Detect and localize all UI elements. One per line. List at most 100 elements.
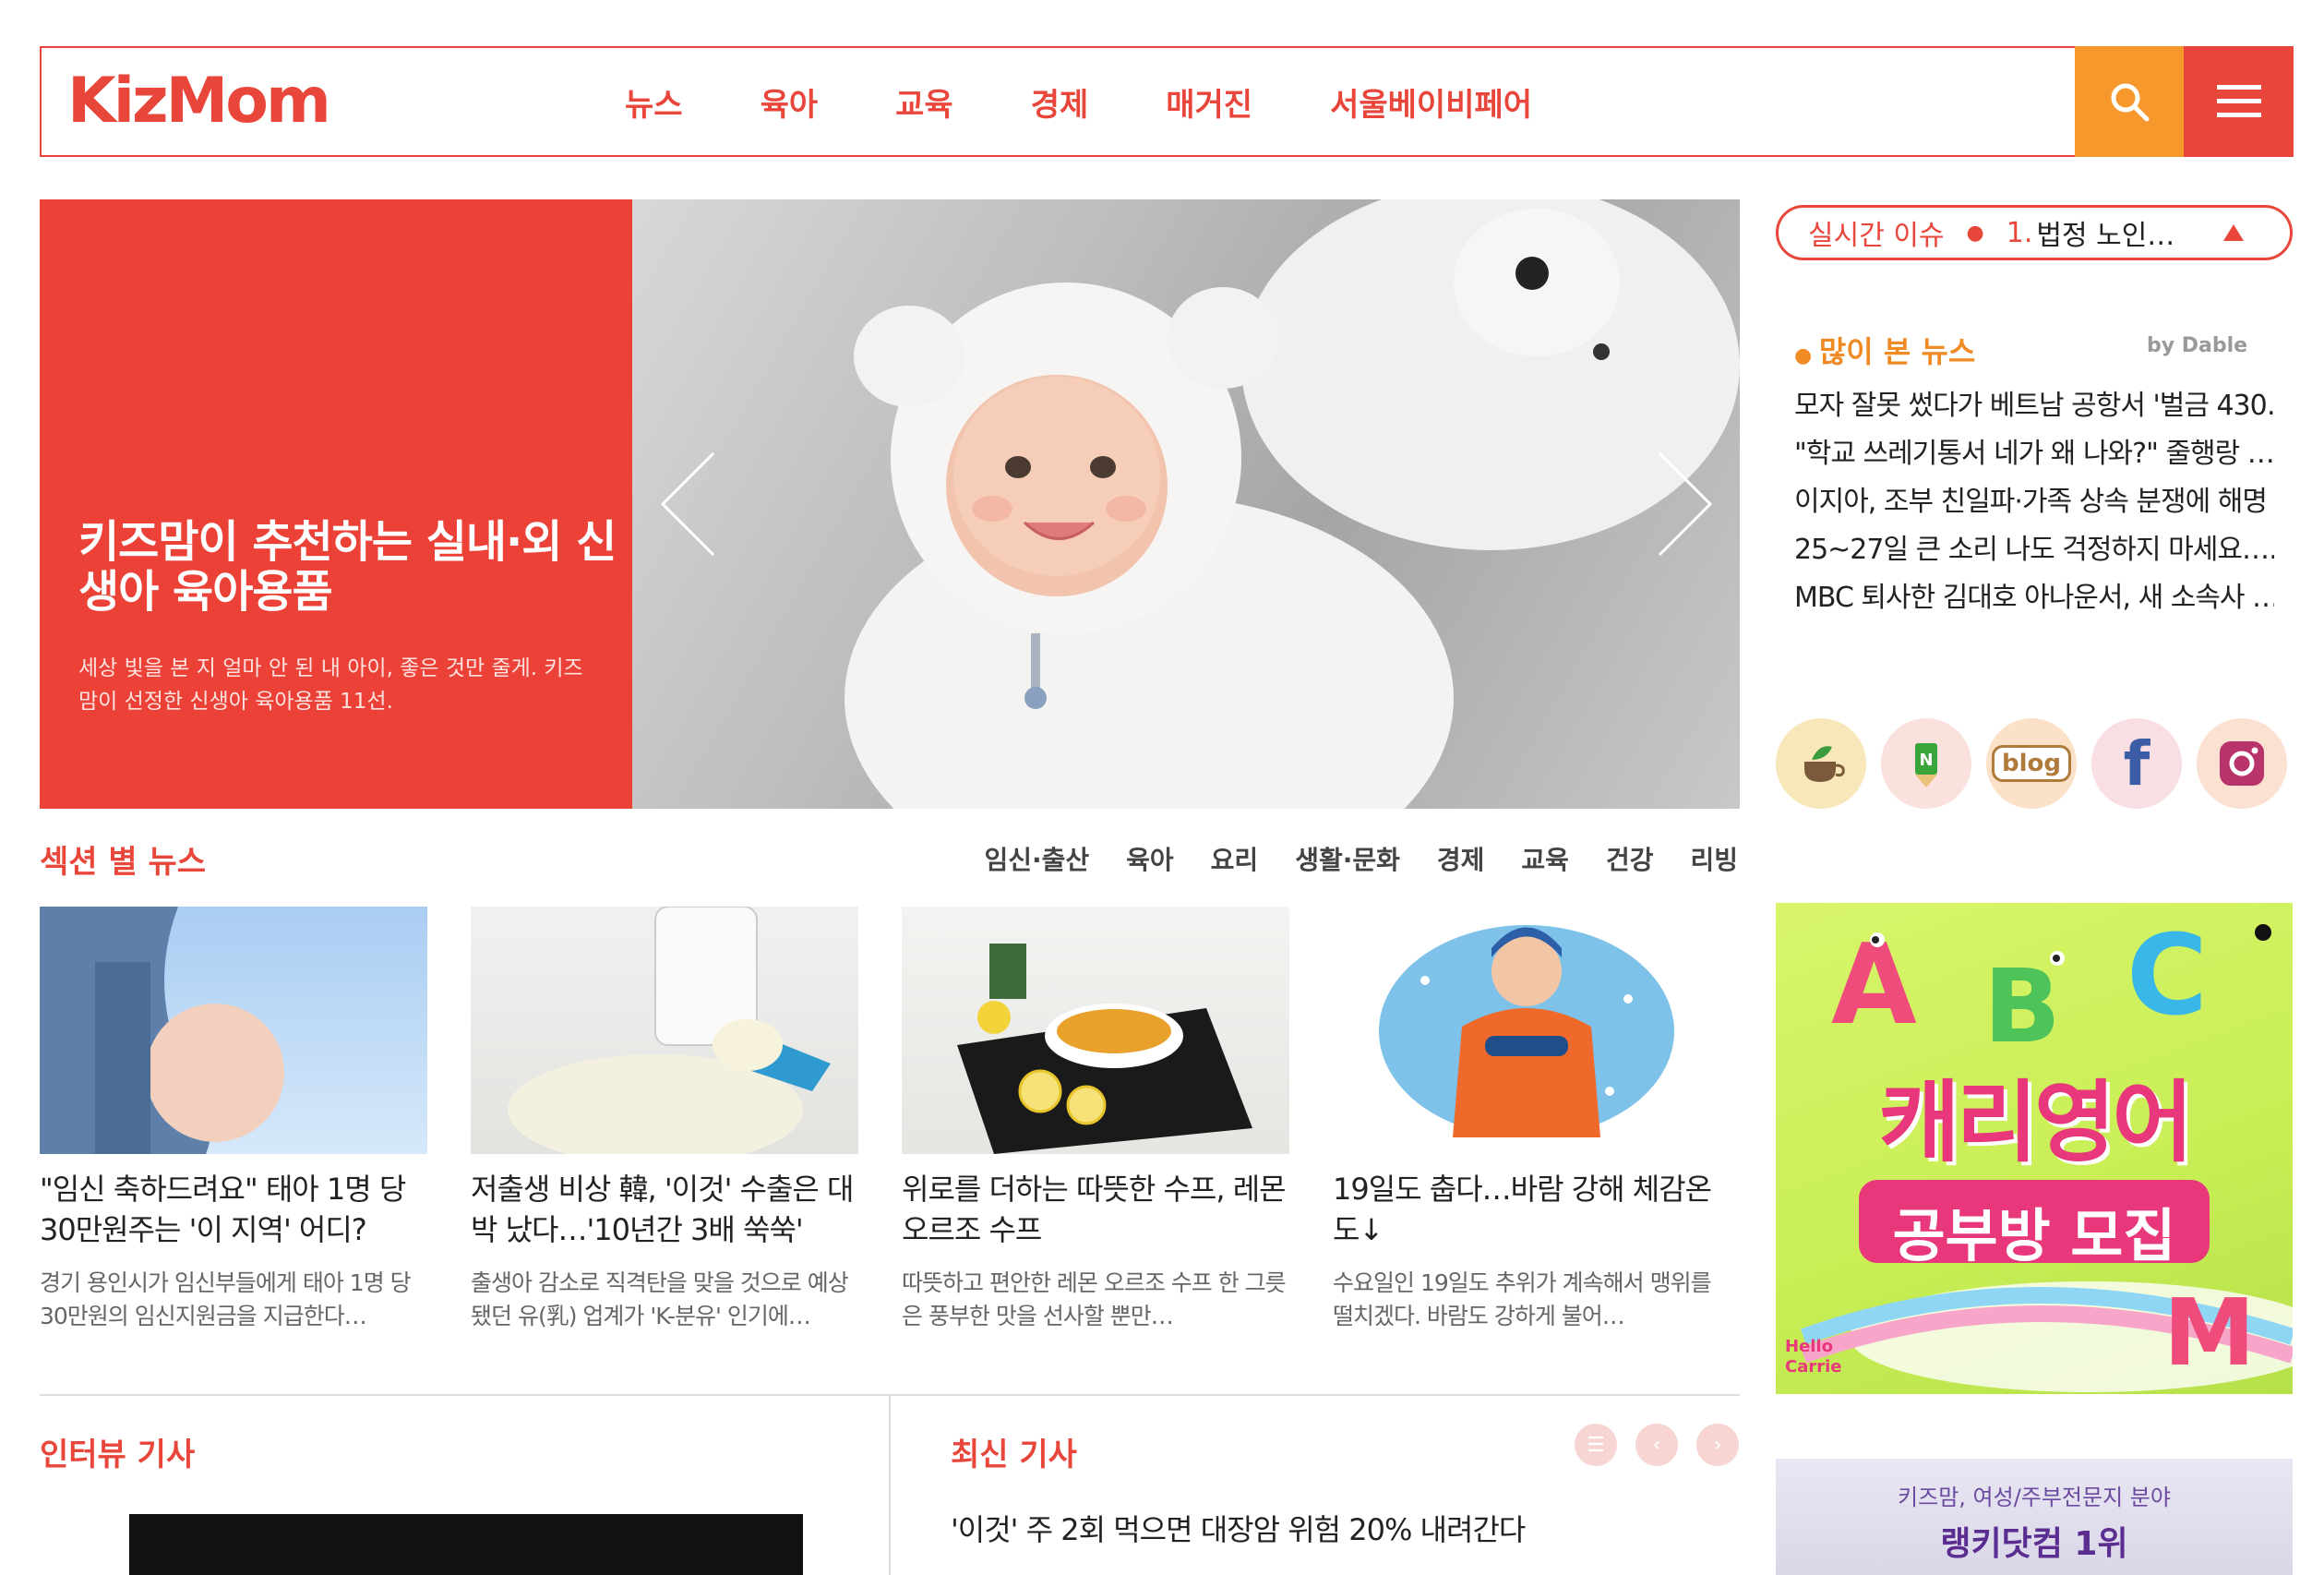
- main-nav: 뉴스 육아 교육 경제 매거진 서울베이비페어: [625, 48, 1610, 155]
- news-title[interactable]: 저출생 비상 韓, '이것' 수출은 대박 났다…'10년간 3배 쑥쑥': [471, 1169, 858, 1254]
- hero-slider[interactable]: 키즈맘이 추천하는 실내·외 신생아 육아용품 세상 빛을 본 지 얼마 안 된…: [40, 199, 1740, 809]
- news-card[interactable]: "임신 축하드려요" 태아 1명 당 30만원주는 '이 지역' 어디? 경기 …: [40, 907, 427, 1333]
- popular-news-title: ● 많이 본 뉴스: [1794, 329, 1975, 371]
- hero-text-panel: 키즈맘이 추천하는 실내·외 신생아 육아용품 세상 빛을 본 지 얼마 안 된…: [40, 199, 632, 809]
- nav-item-magazine[interactable]: 매거진: [1166, 79, 1252, 125]
- ad-banner-rankey[interactable]: 키즈맘, 여성/주부전문지 분야 랭키닷컴 1위: [1776, 1459, 2293, 1575]
- news-thumbnail-pregnancy[interactable]: [40, 907, 427, 1154]
- column-divider: [889, 1396, 891, 1575]
- interview-thumbnail[interactable]: [129, 1514, 803, 1575]
- realtime-rank: 1.: [2006, 216, 2033, 249]
- tab-life-culture[interactable]: 생활·문화: [1295, 840, 1400, 877]
- prev-button[interactable]: ‹: [1635, 1424, 1678, 1466]
- hamburger-icon: [2216, 85, 2261, 117]
- site-logo[interactable]: KizMom: [67, 66, 331, 137]
- news-description: 수요일인 19일도 추위가 계속해서 맹위를 떨치겠다. 바람도 강하게 불어…: [1333, 1269, 1712, 1329]
- news-card-list: "임신 축하드려요" 태아 1명 당 30만원주는 '이 지역' 어디? 경기 …: [40, 907, 1740, 1333]
- news-card[interactable]: 저출생 비상 韓, '이것' 수출은 대박 났다…'10년간 3배 쑥쑥' 출생…: [471, 907, 858, 1333]
- hero-next-arrow[interactable]: [1650, 449, 1715, 559]
- facebook-icon[interactable]: f: [2091, 718, 2182, 809]
- tab-economy[interactable]: 경제: [1437, 840, 1485, 877]
- section-tabs: 임신·출산 육아 요리 생활·문화 경제 교육 건강 리빙: [947, 840, 1738, 877]
- chevron-left-icon: ‹: [1652, 1433, 1661, 1457]
- chevron-left-icon: [660, 451, 715, 557]
- hero-prev-arrow[interactable]: [658, 449, 723, 559]
- pen-n-icon: N: [1915, 743, 1937, 788]
- section-news-title: 섹션 별 뉴스: [40, 844, 207, 881]
- lemon-soup-image: [957, 944, 1252, 1154]
- popular-news-label: 많이 본 뉴스: [1818, 334, 1976, 369]
- popular-news-item[interactable]: "학교 쓰레기통서 네가 왜 나와?" 줄행랑 …: [1794, 430, 2274, 478]
- baby-illustration: [845, 199, 1740, 809]
- nav-item-economy[interactable]: 경제: [1031, 79, 1089, 125]
- next-button[interactable]: ›: [1696, 1424, 1739, 1466]
- nav-item-news[interactable]: 뉴스: [625, 79, 683, 125]
- naver-post-icon[interactable]: N: [1881, 718, 1971, 809]
- dot-icon: ●: [1966, 221, 1984, 245]
- tab-living[interactable]: 리빙: [1690, 840, 1738, 877]
- latest-controls: ☰ ‹ ›: [1575, 1424, 1757, 1466]
- search-icon: [2111, 83, 2150, 122]
- hero-image-baby[interactable]: [632, 199, 1740, 809]
- menu-button[interactable]: [2184, 46, 2294, 157]
- news-thumbnail-soup[interactable]: [902, 907, 1289, 1154]
- realtime-issue-bar[interactable]: 실시간 이슈 ● 1. 법정 노인…: [1776, 205, 2293, 260]
- nav-item-babyfair[interactable]: 서울베이비페어: [1330, 79, 1532, 125]
- svg-text:M: M: [2163, 1279, 2256, 1387]
- news-title[interactable]: 19일도 춥다…바람 강해 체감온도↓: [1333, 1169, 1720, 1254]
- hero-description: 세상 빛을 본 지 얼마 안 된 내 아이, 좋은 것만 줄게. 키즈맘이 선정…: [78, 656, 583, 714]
- formula-milk-image: [508, 907, 831, 1154]
- list-view-button[interactable]: ☰: [1575, 1424, 1617, 1466]
- cold-weather-illustration: [1379, 925, 1674, 1137]
- tab-pregnancy[interactable]: 임신·출산: [984, 840, 1089, 877]
- chevron-right-icon: ›: [1713, 1433, 1722, 1457]
- news-thumbnail-formula[interactable]: [471, 907, 858, 1154]
- svg-text:B: B: [1983, 947, 2061, 1065]
- realtime-issue-text[interactable]: 법정 노인…: [2036, 212, 2174, 253]
- news-thumbnail-cold[interactable]: [1333, 907, 1720, 1154]
- ad-title: 캐리영어: [1878, 1071, 2193, 1174]
- triangle-up-icon[interactable]: [2222, 222, 2246, 243]
- news-card[interactable]: 위로를 더하는 따뜻한 수프, 레몬 오르조 수프 따뜻하고 편안한 레몬 오르…: [902, 907, 1289, 1333]
- interview-section-title: 인터뷰 기사: [40, 1437, 196, 1473]
- ad-subtitle: 공부방 모집: [1892, 1202, 2176, 1269]
- popular-news-item[interactable]: 모자 잘못 썼다가 베트남 공항서 '벌금 430…: [1794, 382, 2274, 430]
- news-title[interactable]: "임신 축하드려요" 태아 1명 당 30만원주는 '이 지역' 어디?: [40, 1169, 427, 1254]
- chevron-right-icon: [1658, 451, 1713, 557]
- hero-title[interactable]: 키즈맘이 추천하는 실내·외 신생아 육아용품: [78, 517, 632, 617]
- latest-section-title: 최신 기사: [951, 1437, 1077, 1473]
- facebook-glyph: f: [2123, 727, 2150, 800]
- tea-icon[interactable]: [1776, 718, 1866, 809]
- blog-icon[interactable]: blog: [1986, 718, 2077, 809]
- realtime-label: 실시간 이슈: [1808, 220, 1945, 252]
- instagram-camera-icon: [2220, 741, 2264, 786]
- ad2-subtitle: 키즈맘, 여성/주부전문지 분야: [1898, 1485, 2171, 1510]
- dable-credit: by Dable: [2147, 334, 2248, 357]
- ad-banner-carrie-english[interactable]: A B C M 캐리영어 공부방 모집 Hello Carrie: [1776, 903, 2293, 1394]
- list-icon: ☰: [1587, 1433, 1605, 1457]
- popular-news-item[interactable]: MBC 퇴사한 김대호 아나운서, 새 소속사 …: [1794, 574, 2274, 622]
- tab-education[interactable]: 교육: [1521, 840, 1569, 877]
- tab-health[interactable]: 건강: [1606, 840, 1654, 877]
- popular-news-item[interactable]: 25~27일 큰 소리 나도 걱정하지 마세요……: [1794, 526, 2274, 574]
- nav-item-parenting[interactable]: 육아: [761, 79, 819, 125]
- ad-brand: Hello Carrie: [1785, 1337, 1842, 1377]
- dot-icon: ●: [1794, 344, 1819, 367]
- svg-text:C: C: [2126, 912, 2208, 1040]
- svg-text:N: N: [1919, 751, 1933, 770]
- news-title[interactable]: 위로를 더하는 따뜻한 수프, 레몬 오르조 수프: [902, 1169, 1289, 1254]
- tab-cooking[interactable]: 요리: [1211, 840, 1259, 877]
- ad2-title: 랭키닷컴 1위: [1940, 1525, 2128, 1563]
- site-header: KizMom 뉴스 육아 교육 경제 매거진 서울베이비페어: [40, 46, 2294, 157]
- news-card[interactable]: 19일도 춥다…바람 강해 체감온도↓ 수요일인 19일도 추위가 계속해서 맹…: [1333, 907, 1720, 1333]
- instagram-icon[interactable]: [2197, 718, 2287, 809]
- tea-cup-icon: [1804, 746, 1845, 782]
- popular-news-item[interactable]: 이지아, 조부 친일파·가족 상속 분쟁에 해명: [1794, 478, 2274, 526]
- pregnant-woman-image: [40, 907, 284, 1154]
- nav-item-education[interactable]: 교육: [895, 79, 953, 125]
- tab-parenting[interactable]: 육아: [1126, 840, 1174, 877]
- latest-news-item[interactable]: '이것' 주 2회 먹으면 대장암 위험 20% 내려간다: [951, 1507, 1526, 1549]
- search-button[interactable]: [2075, 46, 2184, 157]
- news-description: 출생아 감소로 직격탄을 맞을 것으로 예상됐던 유(乳) 업계가 'K-분유'…: [471, 1269, 849, 1329]
- popular-news-list: 모자 잘못 썼다가 베트남 공항서 '벌금 430… "학교 쓰레기통서 네가 …: [1794, 382, 2274, 622]
